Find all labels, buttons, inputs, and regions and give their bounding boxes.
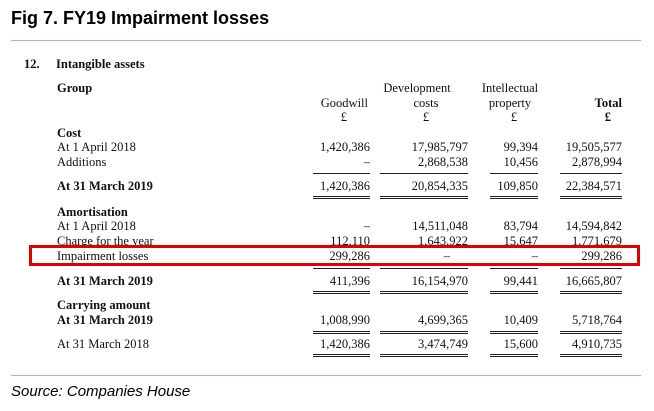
amortisation-heading: Amortisation [57,205,128,219]
row-label: At 1 April 2018 [57,219,136,233]
cell-total: 2,878,994 [572,155,622,169]
cost-heading: Cost [57,126,82,140]
cell-intellectual: 10,409 [503,313,538,327]
cell-intellectual: 10,456 [503,155,538,169]
total-rule [490,356,538,357]
total-header: Total [594,96,622,110]
cell-total: 16,665,807 [565,274,622,288]
total-rule [313,333,370,334]
impairment-highlight-box [29,245,640,266]
cell-total: 14,594,842 [565,219,622,233]
subtotal-rule [313,268,370,269]
total-rule [380,198,468,199]
total-rule [560,331,622,332]
cell-total: 4,910,735 [572,337,622,351]
total-rule [560,356,622,357]
note-title: Intangible assets [56,57,145,71]
goodwill-header: Goodwill [320,96,368,110]
total-rule [380,293,468,294]
cell-intellectual: 109,850 [497,179,538,193]
note-number: 12. [24,57,40,71]
cell-development: 4,699,365 [418,313,468,327]
group-label: Group [57,81,93,95]
total-rule [313,356,370,357]
cell-intellectual: 15,600 [503,337,538,351]
cell-development: 3,474,749 [418,337,468,351]
cell-development: 17,985,797 [411,140,468,154]
total-rule [490,354,538,355]
cell-development: 2,868,538 [418,155,468,169]
row-label: At 31 March 2019 [57,274,153,288]
cell-intellectual: 83,794 [503,219,538,233]
development-header: Development [383,81,451,95]
cell-goodwill: 1,008,990 [320,313,370,327]
intellectual-header-2: property [488,96,532,110]
total-rule [490,293,538,294]
source-divider [11,375,641,376]
total-rule [313,331,370,332]
cell-goodwill: 1,420,386 [320,179,370,193]
cell-intellectual: 99,441 [503,274,538,288]
cell-goodwill: 1,420,386 [320,337,370,351]
total-rule [313,196,370,197]
subtotal-rule [313,173,370,174]
development-currency: £ [422,110,430,124]
total-rule [560,293,622,294]
total-rule [313,293,370,294]
carrying-amount-heading: Carrying amount [57,298,151,312]
cell-total: 5,718,764 [572,313,622,327]
row-label: At 1 April 2018 [57,140,136,154]
total-rule [490,333,538,334]
subtotal-rule [380,268,468,269]
total-rule [313,354,370,355]
subtotal-rule [560,173,622,174]
cell-development: 14,511,048 [412,219,468,233]
cell-development: 20,854,335 [411,179,468,193]
total-rule [380,356,468,357]
cell-goodwill: – [363,219,370,233]
total-rule [560,198,622,199]
total-rule [560,333,622,334]
development-header-2: costs [413,96,439,110]
cell-total: 19,505,577 [565,140,622,154]
intellectual-header: Intellectual [481,81,539,95]
total-rule [380,331,468,332]
goodwill-currency: £ [340,110,347,124]
total-rule [313,198,370,199]
total-rule [560,196,622,197]
total-rule [380,196,468,197]
cell-development: 16,154,970 [411,274,468,288]
intangible-assets-note: 12. Intangible assets Group Goodwill £ D… [0,0,654,411]
row-label: At 31 March 2019 [57,313,153,327]
cell-total: 22,384,571 [565,179,622,193]
subtotal-rule [380,173,468,174]
total-rule [380,333,468,334]
total-rule [490,331,538,332]
cell-goodwill: – [363,155,370,169]
cell-goodwill: 1,420,386 [320,140,370,154]
total-rule [490,196,538,197]
subtotal-rule [560,268,622,269]
total-rule [560,291,622,292]
total-currency: £ [604,110,611,124]
subtotal-rule [490,173,538,174]
total-rule [380,354,468,355]
total-rule [490,198,538,199]
subtotal-rule [490,268,538,269]
cell-intellectual: 99,394 [503,140,538,154]
cell-goodwill: 411,396 [329,274,370,288]
row-label: At 31 March 2019 [57,179,153,193]
source-caption: Source: Companies House [11,383,191,400]
total-rule [490,291,538,292]
intellectual-currency: £ [510,110,518,124]
total-rule [380,291,468,292]
total-rule [313,291,370,292]
row-label: Additions [57,155,107,169]
total-rule [560,354,622,355]
row-label: At 31 March 2018 [57,337,149,351]
